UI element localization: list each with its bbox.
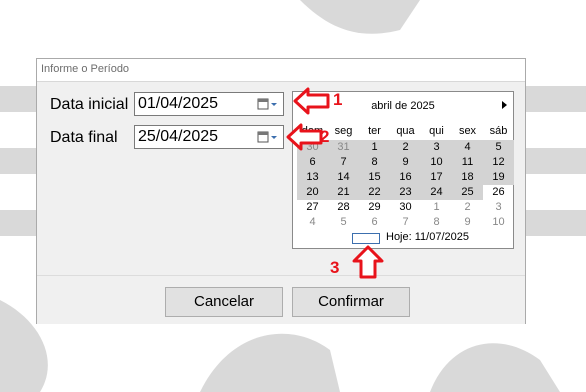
calendar-day[interactable]: 10 (483, 215, 514, 230)
start-date-field[interactable]: 01/04/2025 (134, 92, 284, 116)
start-date-value: 01/04/2025 (138, 95, 219, 112)
calendar-day[interactable]: 5 (328, 215, 359, 230)
start-date-label: Data inicial (50, 96, 129, 113)
calendar-day[interactable]: 30 (390, 200, 421, 215)
annotation-number-2: 2 (320, 127, 330, 146)
calendar-day[interactable]: 13 (297, 170, 328, 185)
calendar-dropdown-icon[interactable] (257, 130, 279, 144)
calendar-day[interactable]: 21 (328, 185, 359, 200)
weekday-header: ter (368, 125, 381, 137)
calendar-day[interactable]: 2 (452, 200, 483, 215)
calendar-day[interactable]: 27 (297, 200, 328, 215)
calendar-day[interactable]: 1 (421, 200, 452, 215)
left-arrow-annotation-icon (286, 123, 323, 151)
calendar-day[interactable]: 6 (359, 215, 390, 230)
calendar-day[interactable]: 4 (452, 140, 483, 155)
calendar-day[interactable]: 18 (452, 170, 483, 185)
weekday-header: qui (429, 125, 444, 137)
weekday-header: sáb (489, 125, 508, 137)
calendar-day[interactable]: 8 (421, 215, 452, 230)
weekday-header: sex (458, 125, 477, 137)
annotation-number-1: 1 (333, 90, 343, 109)
next-month-icon[interactable] (502, 101, 507, 109)
period-dialog: Informe o Período Data inicial 01/04/202… (36, 58, 526, 324)
calendar-day[interactable]: 9 (452, 215, 483, 230)
confirm-button[interactable]: Confirmar (292, 287, 410, 317)
calendar-day[interactable]: 4 (297, 215, 328, 230)
calendar-day[interactable]: 26 (483, 185, 514, 200)
calendar-day[interactable]: 31 (328, 140, 359, 155)
calendar-day[interactable]: 17 (421, 170, 452, 185)
calendar-day[interactable]: 22 (359, 185, 390, 200)
calendar-day[interactable]: 16 (390, 170, 421, 185)
calendar-day[interactable]: 29 (359, 200, 390, 215)
calendar-day[interactable]: 24 (421, 185, 452, 200)
dialog-title: Informe o Período (41, 63, 130, 75)
calendar-day[interactable]: 10 (421, 155, 452, 170)
calendar-day[interactable]: 28 (328, 200, 359, 215)
calendar-day[interactable]: 1 (359, 140, 390, 155)
calendar-dropdown-icon[interactable] (257, 97, 279, 111)
dialog-titlebar: Informe o Período (37, 59, 525, 82)
calendar-day[interactable]: 14 (328, 170, 359, 185)
up-arrow-annotation-icon (352, 245, 384, 279)
calendar-day[interactable]: 5 (483, 140, 514, 155)
left-arrow-annotation-icon (293, 87, 330, 115)
weekday-header: seg (334, 125, 353, 137)
calendar-day[interactable]: 7 (328, 155, 359, 170)
calendar-day[interactable]: 3 (483, 200, 514, 215)
calendar-day[interactable]: 12 (483, 155, 514, 170)
calendar-today-footer[interactable]: Hoje: 11/07/2025 (352, 231, 502, 245)
end-date-label: Data final (50, 129, 118, 146)
calendar-day[interactable]: 3 (421, 140, 452, 155)
calendar-day[interactable]: 15 (359, 170, 390, 185)
calendar-day[interactable]: 25 (452, 185, 483, 200)
calendar-day[interactable]: 2 (390, 140, 421, 155)
calendar-day[interactable]: 8 (359, 155, 390, 170)
dialog-button-bar: Cancelar Confirmar (37, 275, 525, 324)
calendar-day[interactable]: 9 (390, 155, 421, 170)
annotation-number-3: 3 (330, 258, 340, 277)
calendar-day[interactable]: 19 (483, 170, 514, 185)
cancel-button[interactable]: Cancelar (165, 287, 283, 317)
weekday-header: qua (396, 125, 415, 137)
end-date-field[interactable]: 25/04/2025 (134, 125, 284, 149)
today-label: Hoje: 11/07/2025 (386, 231, 469, 243)
calendar-day[interactable]: 11 (452, 155, 483, 170)
calendar-day[interactable]: 6 (297, 155, 328, 170)
end-date-value: 25/04/2025 (138, 128, 219, 145)
calendar-day[interactable]: 7 (390, 215, 421, 230)
calendar-day[interactable]: 20 (297, 185, 328, 200)
calendar-day[interactable]: 23 (390, 185, 421, 200)
today-marker-icon (352, 233, 380, 244)
